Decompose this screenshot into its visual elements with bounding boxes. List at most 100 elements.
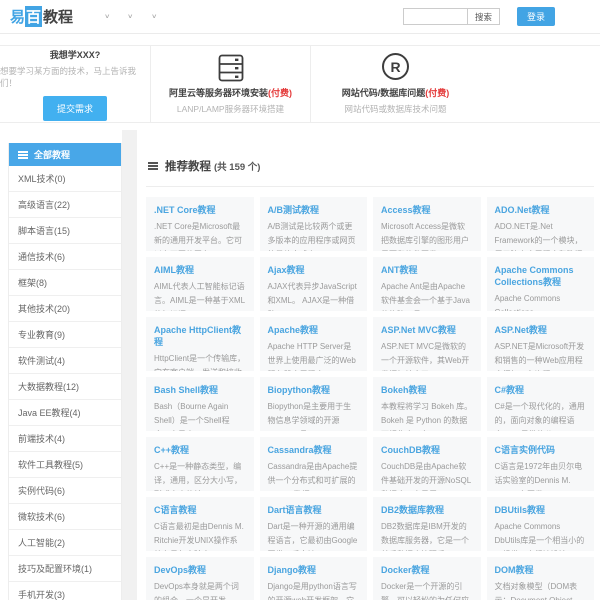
tutorial-card[interactable]: Cassandra教程 Cassandra是由Apache提供一个分布式和可扩展…: [260, 437, 368, 491]
tutorial-card[interactable]: Docker教程 Docker是一个开源的引擎，可以轻松的为任何应用创建一个轻量…: [373, 557, 481, 600]
tutorial-grid: .NET Core教程 .NET Core是Microsoft最新的通用开发平台…: [146, 197, 594, 600]
site-logo[interactable]: 易 百 教程: [10, 6, 73, 27]
sidebar-item[interactable]: 前端技术(4): [9, 426, 121, 452]
tutorial-card[interactable]: ANT教程 Apache Ant是由Apache软件基金会一个基于Java的构建…: [373, 257, 481, 311]
tutorial-card-title[interactable]: Dart语言教程: [268, 504, 360, 516]
tutorial-card-title[interactable]: DB2数据库教程: [381, 504, 473, 516]
tutorial-card-desc: Microsoft Access是微软把数据库引擎的图形用户界面和软件开发工: [381, 220, 473, 251]
tutorial-card[interactable]: Dart语言教程 Dart是一种开源的通用编程语言，它最初由Google开发，后…: [260, 497, 368, 551]
sidebar-header-all-tutorials[interactable]: 全部教程: [9, 143, 121, 166]
sidebar-item[interactable]: 软件测试(4): [9, 348, 121, 374]
nav-item[interactable]: ∨: [126, 13, 132, 20]
tutorial-card[interactable]: C#教程 C#是一个现代化的，通用的，面向对象的编程语言。C#是微软公: [487, 377, 595, 431]
main-nav: ∨ ∨ ∨: [103, 13, 207, 20]
tutorial-card-title[interactable]: Ajax教程: [268, 264, 360, 276]
logo-part-3: 教程: [43, 6, 73, 27]
tutorial-card-title[interactable]: AIML教程: [154, 264, 246, 276]
tutorial-card-title[interactable]: Docker教程: [381, 564, 473, 576]
login-button[interactable]: 登录: [517, 7, 555, 26]
tutorial-card[interactable]: AIML教程 AIML代表人工智能标记语言。AIML是一种基于XML的标记语: [146, 257, 254, 311]
tutorial-card[interactable]: ADO.Net教程 ADO.NET是.Net Framework的一个模块，用于…: [487, 197, 595, 251]
submit-request-button[interactable]: 提交需求: [43, 96, 107, 121]
tutorial-card[interactable]: .NET Core教程 .NET Core是Microsoft最新的通用开发平台…: [146, 197, 254, 251]
tutorial-card-title[interactable]: Django教程: [268, 564, 360, 576]
tutorial-card-desc: C++是一种静态类型，编译，通用，区分大小写，形式自由的编: [154, 460, 246, 491]
sidebar-item[interactable]: 实例代码(6): [9, 478, 121, 504]
tutorial-card[interactable]: Django教程 Django是用python语言写的开源web开发框架，它鼓励…: [260, 557, 368, 600]
nav-item[interactable]: ∨: [103, 13, 109, 20]
tutorial-card[interactable]: CouchDB教程 CouchDB是由Apache软件基础开发的开源NoSQL数…: [373, 437, 481, 491]
search-button[interactable]: 搜索: [467, 8, 500, 25]
tutorial-card-title[interactable]: ADO.Net教程: [495, 204, 587, 216]
sidebar-item[interactable]: 微软技术(6): [9, 504, 121, 530]
tutorial-card[interactable]: Apache HttpClient教程 HttpClient是一个传输库，它在客…: [146, 317, 254, 371]
tutorial-card-title[interactable]: .NET Core教程: [154, 204, 246, 216]
banner-request-title: 我想学XXX?: [50, 48, 101, 61]
sidebar-item[interactable]: 人工智能(2): [9, 530, 121, 556]
tutorial-card-title[interactable]: CouchDB教程: [381, 444, 473, 456]
sidebar-item[interactable]: 通信技术(6): [9, 244, 121, 270]
sidebar-item[interactable]: 大数据教程(12): [9, 374, 121, 400]
sidebar-item[interactable]: 框架(8): [9, 270, 121, 296]
tutorial-card-title[interactable]: Bash Shell教程: [154, 384, 246, 396]
top-header: 易 百 教程 ∨ ∨ ∨ 搜索 登录: [0, 0, 600, 34]
sidebar-item[interactable]: 脚本语言(15): [9, 218, 121, 244]
tutorial-card[interactable]: C语言实例代码 C语言是1972年由贝尔电话实验室的Dennis M. Ritc…: [487, 437, 595, 491]
tutorial-card-desc: Apache Ant是由Apache软件基金会一个基于Java的构建工具。: [381, 280, 473, 311]
main-content: 推荐教程 (共 159 个) .NET Core教程 .NET Core是Mic…: [146, 152, 594, 600]
tutorial-card[interactable]: Ajax教程 AJAX代表异步JavaScript和XML。 AJAX是一种借助…: [260, 257, 368, 311]
banner-server-column[interactable]: 阿里云等服务器环境安装(付费) LANP/LAMP服务器环境搭建: [150, 46, 310, 122]
search-input[interactable]: [403, 8, 467, 25]
chevron-down-icon: ∨: [151, 13, 157, 20]
tutorial-card[interactable]: Biopython教程 Biopython是主要用于生物信息学领域的开源pyth…: [260, 377, 368, 431]
tutorial-card[interactable]: A/B测试教程 A/B测试是比较两个或更多版本的应用程序或网页的最佳方式之一。: [260, 197, 368, 251]
tutorial-card[interactable]: ASP.Net MVC教程 ASP.NET MVC是微软的一个开源软件，其Web…: [373, 317, 481, 371]
tutorial-card-title[interactable]: Apache Commons Collections教程: [495, 264, 587, 288]
tutorial-card-title[interactable]: A/B测试教程: [268, 204, 360, 216]
sidebar-item[interactable]: Java EE教程(4): [9, 400, 121, 426]
sidebar-item[interactable]: 其他技术(20): [9, 296, 121, 322]
banner-code-help-column[interactable]: R 网站代码/数据库问题(付费) 网站代码或数据库技术问题: [310, 46, 480, 122]
sidebar-item[interactable]: 软件工具教程(5): [9, 452, 121, 478]
tutorial-card-title[interactable]: ASP.Net MVC教程: [381, 324, 473, 336]
tutorial-card-title[interactable]: Apache教程: [268, 324, 360, 336]
tutorial-card-title[interactable]: C语言实例代码: [495, 444, 587, 456]
tutorial-card[interactable]: DB2数据库教程 DB2数据库是IBM开发的数据库服务器，它是一个关系数据库管理…: [373, 497, 481, 551]
tutorial-card-title[interactable]: C++教程: [154, 444, 246, 456]
tutorial-card-title[interactable]: Apache HttpClient教程: [154, 324, 246, 348]
tutorial-card[interactable]: DOM教程 文档对象模型（DOM表示：Document Object Model…: [487, 557, 595, 600]
sidebar-item[interactable]: 专业教育(9): [9, 322, 121, 348]
tutorial-card[interactable]: Access教程 Microsoft Access是微软把数据库引擎的图形用户界…: [373, 197, 481, 251]
sidebar-item[interactable]: XML技术(0): [9, 166, 121, 192]
tutorial-card[interactable]: C语言教程 C语言最初是由Dennis M. Ritchie开发UNIX操作系统…: [146, 497, 254, 551]
logo-part-1: 易: [10, 6, 25, 27]
tutorial-card[interactable]: DevOps教程 DevOps本身就是两个词的组合，一个是开发(Developm…: [146, 557, 254, 600]
tutorial-card-title[interactable]: Bokeh教程: [381, 384, 473, 396]
tutorial-card-title[interactable]: DBUtils教程: [495, 504, 587, 516]
tutorial-card-title[interactable]: DOM教程: [495, 564, 587, 576]
tutorial-card-title[interactable]: ASP.Net教程: [495, 324, 587, 336]
tutorial-card-title[interactable]: C#教程: [495, 384, 587, 396]
tutorial-card[interactable]: Bash Shell教程 Bash（Bourne Again Shell）是一个…: [146, 377, 254, 431]
sidebar-item[interactable]: 技巧及配置环境(1): [9, 556, 121, 582]
tutorial-card-desc: Docker是一个开源的引擎，可以轻松的为任何应用创建一个轻量级: [381, 580, 473, 600]
sidebar-item[interactable]: 手机开发(3): [9, 582, 121, 600]
tutorial-card-title[interactable]: ANT教程: [381, 264, 473, 276]
tutorial-card-desc: Biopython是主要用于生物信息学领域的开源python工具。: [268, 400, 360, 431]
tutorial-card[interactable]: ASP.Net教程 ASP.NET是Microsoft开发和销售的一种Web应用…: [487, 317, 595, 371]
nav-item[interactable]: ∨: [150, 13, 156, 20]
tutorial-card[interactable]: Bokeh教程 本教程将学习 Bokeh 库。Bokeh 是 Python 的数…: [373, 377, 481, 431]
tutorial-card-title[interactable]: Biopython教程: [268, 384, 360, 396]
tutorial-card-title[interactable]: Cassandra教程: [268, 444, 360, 456]
tutorial-card[interactable]: Apache教程 Apache HTTP Server是世界上使用最广泛的Web…: [260, 317, 368, 371]
tutorial-card-title[interactable]: C语言教程: [154, 504, 246, 516]
tutorial-card-desc: DB2数据库是IBM开发的数据库服务器，它是一个关系数据库管理系: [381, 520, 473, 551]
tutorial-card[interactable]: Apache Commons Collections教程 Apache Comm…: [487, 257, 595, 311]
tutorial-card[interactable]: DBUtils教程 Apache Commons DbUtils库是一个相当小的…: [487, 497, 595, 551]
tutorial-card-desc: Cassandra是由Apache提供一个分布式和可扩展的NoSQL数据: [268, 460, 360, 491]
tutorial-card-title[interactable]: Access教程: [381, 204, 473, 216]
banner-server-title: 阿里云等服务器环境安装(付费): [169, 86, 292, 99]
tutorial-card-title[interactable]: DevOps教程: [154, 564, 246, 576]
tutorial-card[interactable]: C++教程 C++是一种静态类型，编译，通用，区分大小写，形式自由的编: [146, 437, 254, 491]
sidebar-item[interactable]: 高级语言(22): [9, 192, 121, 218]
